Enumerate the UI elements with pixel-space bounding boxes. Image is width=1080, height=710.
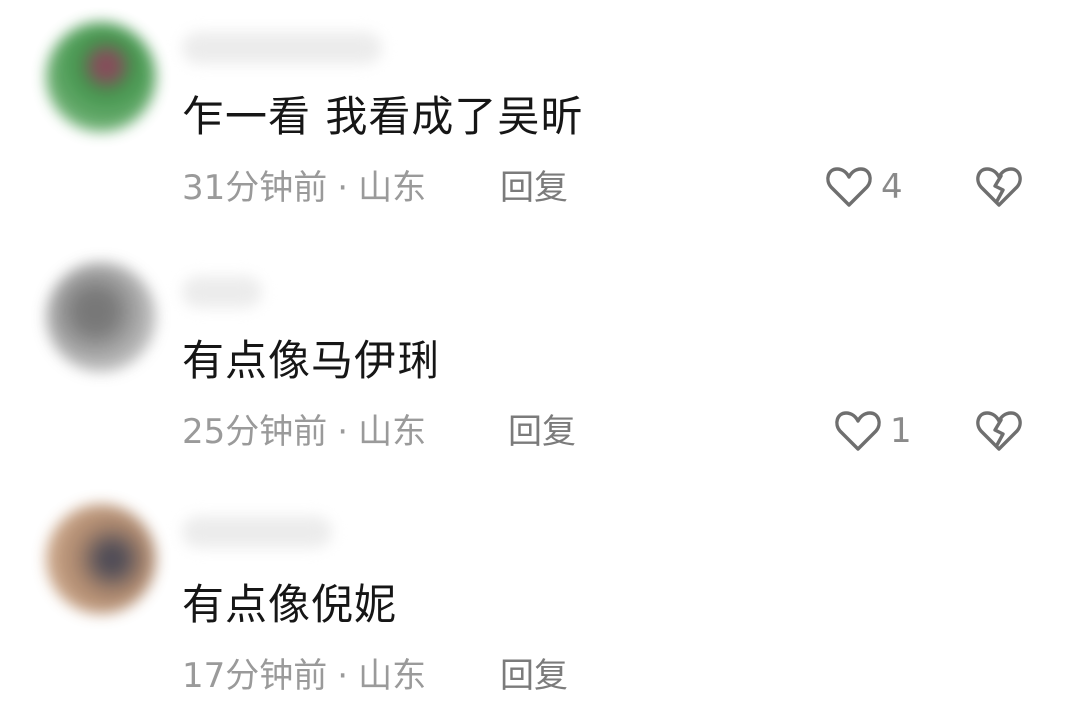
comment-item: 有点像倪妮 17分钟前 · 山东 回复 bbox=[0, 0, 1080, 696]
heart-icon bbox=[835, 411, 881, 451]
avatar[interactable] bbox=[46, 262, 156, 372]
reply-button[interactable]: 回复 bbox=[508, 410, 576, 454]
username[interactable] bbox=[182, 276, 262, 308]
meta-separator: · bbox=[337, 656, 349, 696]
broken-heart-icon[interactable] bbox=[975, 409, 1023, 453]
comment-meta: 17分钟前 · 山东 bbox=[182, 654, 426, 698]
comment-meta: 25分钟前 · 山东 bbox=[182, 410, 426, 454]
comment-text: 有点像马伊琍 bbox=[182, 336, 441, 385]
meta-separator: · bbox=[337, 412, 349, 452]
comment-time: 25分钟前 bbox=[182, 412, 328, 452]
reply-button[interactable]: 回复 bbox=[500, 654, 568, 698]
avatar[interactable] bbox=[46, 504, 156, 614]
username[interactable] bbox=[182, 516, 332, 548]
comment-text: 有点像倪妮 bbox=[182, 580, 398, 629]
like-count: 1 bbox=[890, 411, 912, 451]
like-button[interactable]: 1 bbox=[834, 407, 912, 455]
comment-time: 17分钟前 bbox=[182, 656, 328, 696]
comment-location: 山东 bbox=[358, 656, 427, 696]
comment-location: 山东 bbox=[358, 412, 427, 452]
